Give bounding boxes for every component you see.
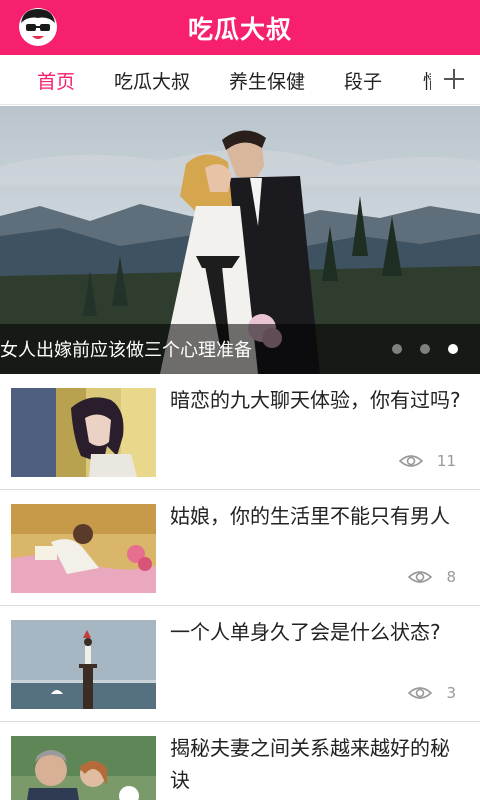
views-count: 11 (436, 452, 456, 470)
view-count: 8 (408, 567, 456, 587)
tab-home[interactable]: 首页 (37, 67, 75, 94)
article-title: 一个人单身久了会是什么状态? (170, 620, 441, 644)
featured-banner[interactable]: 女人出嫁前应该做三个心理准备 (0, 106, 480, 374)
view-count: 3 (408, 683, 456, 703)
article-item[interactable]: 揭秘夫妻之间关系越来越好的秘诀 (0, 722, 480, 800)
tab-chigua-dashu[interactable]: 吃瓜大叔 (114, 67, 190, 94)
article-title: 揭秘夫妻之间关系越来越好的秘诀 (170, 736, 450, 792)
article-thumbnail (11, 504, 156, 593)
banner-page-dot[interactable] (420, 344, 430, 354)
article-thumbnail (11, 388, 156, 477)
app-title: 吃瓜大叔 (187, 15, 292, 44)
article-title: 姑娘，你的生活里不能只有男人 (170, 504, 450, 528)
app-header: 吃瓜大叔 (0, 0, 480, 55)
category-tab-bar: 首页 吃瓜大叔 养生保健 段子 情 (0, 55, 480, 105)
banner-page-dot-active[interactable] (448, 344, 458, 354)
eye-icon (398, 455, 423, 467)
tab-health[interactable]: 养生保健 (229, 67, 305, 94)
article-item[interactable]: 暗恋的九大聊天体验，你有过吗? 11 (0, 374, 480, 490)
article-thumbnail (11, 736, 156, 800)
views-count: 8 (446, 568, 456, 586)
article-item[interactable]: 一个人单身久了会是什么状态? 3 (0, 606, 480, 722)
banner-caption: 女人出嫁前应该做三个心理准备 (0, 340, 252, 361)
article-title: 暗恋的九大聊天体验，你有过吗? (170, 388, 461, 412)
article-item[interactable]: 姑娘，你的生活里不能只有男人 8 (0, 490, 480, 606)
banner-page-dot[interactable] (392, 344, 402, 354)
eye-icon (408, 687, 433, 699)
article-thumbnail (11, 620, 156, 709)
views-count: 3 (446, 684, 456, 702)
view-count: 11 (398, 451, 456, 471)
tab-emotion[interactable]: 情 (423, 67, 431, 94)
plus-icon[interactable] (438, 63, 470, 95)
eye-icon (408, 571, 433, 583)
tab-jokes[interactable]: 段子 (344, 67, 382, 94)
